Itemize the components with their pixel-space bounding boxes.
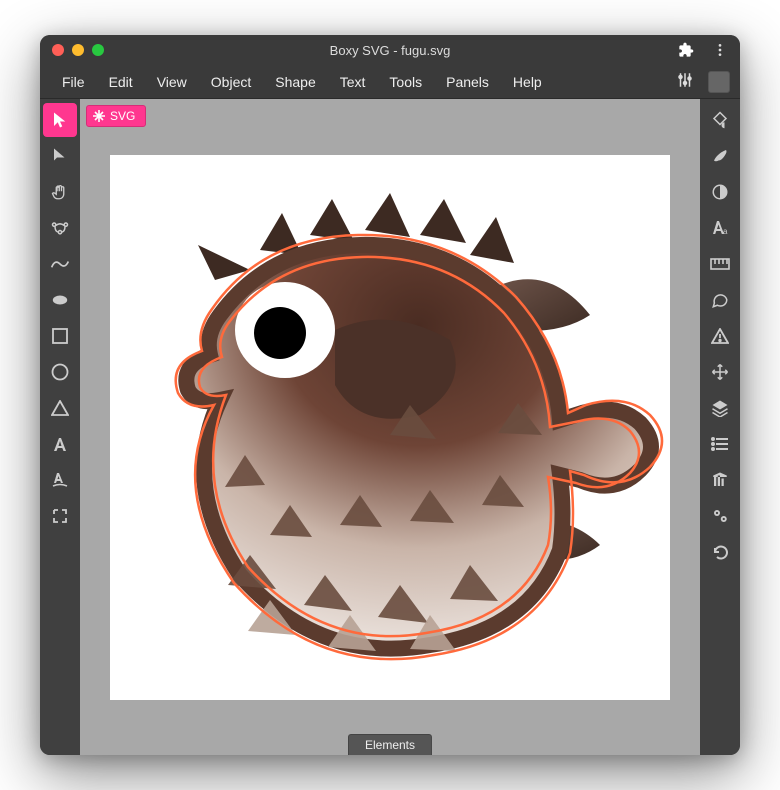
direct-select-tool[interactable] — [43, 139, 77, 173]
typography-panel-icon[interactable]: a — [703, 211, 737, 245]
fugu-illustration[interactable] — [110, 155, 670, 700]
fullscreen-window-button[interactable] — [92, 44, 104, 56]
canvas-area[interactable]: SVG — [80, 99, 700, 755]
menu-edit[interactable]: Edit — [97, 68, 145, 96]
extension-icon[interactable] — [678, 42, 694, 58]
right-toolbar: a — [700, 99, 740, 755]
blob-tool[interactable] — [43, 283, 77, 317]
svg-tag-label: SVG — [110, 109, 135, 123]
svg-text:a: a — [723, 227, 728, 236]
traffic-lights — [52, 44, 104, 56]
canvas-viewport[interactable] — [80, 99, 700, 755]
brush-panel-icon[interactable] — [703, 139, 737, 173]
minimize-window-button[interactable] — [72, 44, 84, 56]
app-window: Boxy SVG - fugu.svg File Edit View Objec… — [40, 35, 740, 755]
settings-panel-icon[interactable] — [703, 499, 737, 533]
window-title: Boxy SVG - fugu.svg — [330, 43, 451, 58]
left-toolbar — [40, 99, 80, 755]
contrast-panel-icon[interactable] — [703, 175, 737, 209]
history-panel-icon[interactable] — [703, 535, 737, 569]
menu-panels[interactable]: Panels — [434, 68, 501, 96]
library-panel-icon[interactable] — [703, 463, 737, 497]
menu-shape[interactable]: Shape — [263, 68, 327, 96]
select-tool[interactable] — [43, 103, 77, 137]
menu-text[interactable]: Text — [328, 68, 378, 96]
text-path-tool[interactable] — [43, 463, 77, 497]
warning-panel-icon[interactable] — [703, 319, 737, 353]
artboard[interactable] — [110, 155, 670, 700]
chat-panel-icon[interactable] — [703, 283, 737, 317]
crop-tool[interactable] — [43, 499, 77, 533]
menu-view[interactable]: View — [145, 68, 199, 96]
menubar: File Edit View Object Shape Text Tools P… — [40, 65, 740, 99]
asterisk-icon — [93, 110, 105, 122]
list-panel-icon[interactable] — [703, 427, 737, 461]
triangle-tool[interactable] — [43, 391, 77, 425]
layers-panel-icon[interactable] — [703, 391, 737, 425]
pen-tool[interactable] — [43, 247, 77, 281]
menu-help[interactable]: Help — [501, 68, 554, 96]
titlebar: Boxy SVG - fugu.svg — [40, 35, 740, 65]
color-swatch[interactable] — [708, 71, 730, 93]
ellipse-tool[interactable] — [43, 355, 77, 389]
menu-object[interactable]: Object — [199, 68, 263, 96]
svg-root-tag[interactable]: SVG — [86, 105, 146, 127]
pan-tool[interactable] — [43, 175, 77, 209]
ruler-panel-icon[interactable] — [703, 247, 737, 281]
close-window-button[interactable] — [52, 44, 64, 56]
fill-panel-icon[interactable] — [703, 103, 737, 137]
rectangle-tool[interactable] — [43, 319, 77, 353]
menu-file[interactable]: File — [50, 68, 97, 96]
sliders-icon[interactable] — [676, 71, 694, 92]
elements-tab[interactable]: Elements — [348, 734, 432, 755]
freeform-tool[interactable] — [43, 211, 77, 245]
more-icon[interactable] — [712, 42, 728, 58]
move-panel-icon[interactable] — [703, 355, 737, 389]
text-tool[interactable] — [43, 427, 77, 461]
body: SVG — [40, 99, 740, 755]
menu-tools[interactable]: Tools — [377, 68, 434, 96]
